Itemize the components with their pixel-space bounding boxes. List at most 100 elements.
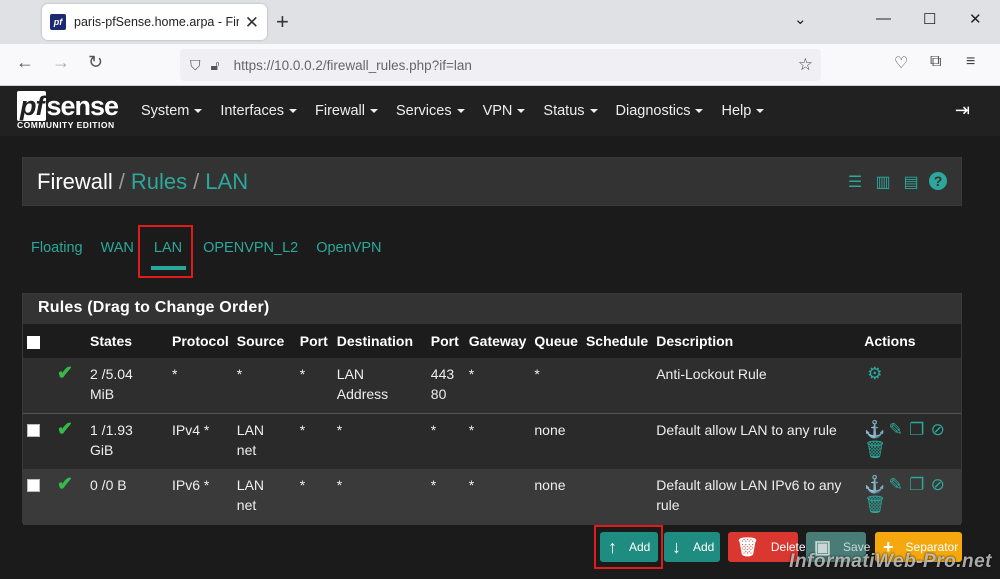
col-actions: Actions [860, 324, 961, 358]
browser-nav-bar: ← → ↻ ⛉ 🔓︎ https://10.0.0.2/firewall_rul… [0, 44, 1000, 86]
select-all-checkbox[interactable] [27, 335, 40, 349]
col-queue: Queue [530, 324, 582, 358]
tab-floating[interactable]: Floating [22, 228, 92, 272]
tab-lan[interactable]: LAN [143, 228, 194, 272]
caret-down-icon [695, 109, 704, 114]
col-schedule: Schedule [581, 324, 653, 358]
close-window-icon[interactable]: ✕ [969, 10, 982, 28]
caret-down-icon [589, 109, 598, 114]
caret-down-icon [517, 109, 526, 114]
col-source-port: Port [295, 324, 333, 358]
tab-list-chevron-icon[interactable]: ⌄ [794, 10, 807, 28]
check-icon: ✔ [57, 474, 73, 495]
bookmark-star-icon[interactable]: ☆ [798, 55, 813, 75]
tab-wan[interactable]: WAN [92, 228, 143, 272]
pocket-icon[interactable]: ♡ [894, 53, 908, 73]
browser-tab-bar: pf paris-pfSense.home.arpa - Firew ✕ + ⌄… [0, 0, 1000, 44]
menu-vpn[interactable]: VPN [483, 103, 526, 119]
logout-icon[interactable]: ⇥ [955, 100, 970, 121]
col-gateway: Gateway [464, 324, 531, 358]
col-states: States [86, 324, 168, 358]
menu-diagnostics[interactable]: Diagnostics [616, 103, 704, 119]
delete-button[interactable]: 🗑︎ Delete [728, 532, 806, 562]
breadcrumb-rules[interactable]: Rules [131, 169, 187, 195]
trash-icon: 🗑︎ [736, 536, 759, 557]
forward-arrow-icon[interactable]: → [52, 52, 70, 73]
browser-tab[interactable]: pf paris-pfSense.home.arpa - Firew ✕ [42, 4, 267, 40]
sliders-icon[interactable]: ☰ [845, 172, 865, 192]
help-icon[interactable]: ? [929, 172, 947, 190]
col-destination: Destination [332, 324, 427, 358]
breadcrumb-lan[interactable]: LAN [205, 169, 248, 195]
copy-icon[interactable]: ❐ [906, 475, 927, 495]
menu-interfaces[interactable]: Interfaces [220, 103, 298, 119]
caret-down-icon [756, 109, 765, 114]
interface-tabs: Floating WAN LAN OPENVPN_L2 OpenVPN [22, 228, 391, 272]
tab-openvpn-l2[interactable]: OPENVPN_L2 [194, 228, 307, 272]
trash-icon[interactable]: 🗑︎ [864, 440, 886, 460]
copy-icon[interactable]: ❐ [906, 420, 927, 440]
pencil-icon[interactable]: ✎ [885, 475, 906, 495]
extensions-icon[interactable]: ⧉ [930, 53, 941, 71]
main-menu: System Interfaces Firewall Services VPN … [141, 86, 782, 136]
caret-down-icon [194, 109, 203, 114]
trash-icon[interactable]: 🗑︎ [864, 495, 886, 515]
menu-system[interactable]: System [141, 103, 203, 119]
menu-help[interactable]: Help [721, 103, 765, 119]
arrow-down-icon: ↓ [672, 536, 681, 557]
shield-icon[interactable]: ⛉ [190, 57, 201, 74]
bar-chart-icon[interactable]: ▥ [873, 172, 893, 192]
caret-down-icon [456, 109, 465, 114]
tab-openvpn[interactable]: OpenVPN [307, 228, 390, 272]
table-row[interactable]: ✔ 1 /1.93 GiB IPv4 * LAN net * * * * none … [23, 413, 961, 469]
states-cell[interactable]: 2 /5.04 MiB [86, 358, 168, 414]
col-dest-port: Port [426, 324, 465, 358]
menu-status[interactable]: Status [543, 103, 598, 119]
rule-description: Anti-Lockout Rule [652, 358, 861, 414]
add-rule-top-button[interactable]: ↑ Add [600, 532, 658, 562]
back-arrow-icon[interactable]: ← [16, 52, 34, 73]
url-text[interactable]: https://10.0.0.2/firewall_rules.php?if=l… [234, 58, 472, 73]
rules-panel: Rules (Drag to Change Order) States Prot… [22, 293, 962, 525]
logo-subtitle: COMMUNITY EDITION [17, 120, 115, 130]
table-header-row: States Protocol Source Port Destination … [23, 324, 961, 358]
rules-table: States Protocol Source Port Destination … [23, 324, 961, 525]
pfsense-navbar: pf sense COMMUNITY EDITION System Interfa… [0, 86, 1000, 136]
gear-icon[interactable]: ⚙ [864, 364, 885, 384]
log-list-icon[interactable]: ▤ [901, 172, 921, 192]
col-source: Source [232, 324, 296, 358]
close-tab-icon[interactable]: ✕ [245, 14, 259, 31]
minimize-icon[interactable]: — [876, 10, 891, 27]
browser-tab-title: paris-pfSense.home.arpa - Firew [74, 15, 239, 29]
pfsense-logo[interactable]: pf sense COMMUNITY EDITION [17, 91, 127, 134]
table-row[interactable]: ✔ 2 /5.04 MiB * * * LAN Address 443 80 * * … [23, 358, 961, 414]
lock-warning-icon[interactable]: 🔓︎ [211, 57, 220, 74]
caret-down-icon [289, 109, 298, 114]
table-row[interactable]: ✔ 0 /0 B IPv6 * LAN net * * * * none Defa… [23, 469, 961, 525]
states-cell[interactable]: 0 /0 B [86, 469, 168, 525]
reload-icon[interactable]: ↻ [88, 52, 103, 73]
menu-firewall[interactable]: Firewall [315, 103, 378, 119]
disable-icon[interactable]: ⊘ [927, 420, 948, 440]
menu-hamburger-icon[interactable]: ≡ [966, 53, 975, 71]
rules-heading: Rules (Drag to Change Order) [23, 294, 961, 324]
pencil-icon[interactable]: ✎ [885, 420, 906, 440]
anchor-icon[interactable]: ⚓ [864, 420, 885, 440]
check-icon: ✔ [57, 363, 73, 384]
new-tab-icon[interactable]: + [276, 9, 289, 35]
col-description: Description [652, 324, 861, 358]
disable-icon[interactable]: ⊘ [927, 475, 948, 495]
pfsense-favicon-icon: pf [50, 14, 66, 30]
states-cell[interactable]: 1 /1.93 GiB [86, 413, 168, 469]
rule-description: Default allow LAN to any rule [652, 413, 861, 469]
menu-services[interactable]: Services [396, 103, 465, 119]
check-icon: ✔ [57, 418, 73, 440]
watermark: InformatiWeb-Pro.net [789, 551, 992, 572]
row-checkbox[interactable] [27, 479, 40, 492]
add-rule-bottom-button[interactable]: ↓ Add [664, 532, 720, 562]
anchor-icon[interactable]: ⚓ [864, 475, 885, 495]
arrow-up-icon: ↑ [608, 536, 617, 557]
address-bar[interactable]: ⛉ 🔓︎ https://10.0.0.2/firewall_rules.php… [180, 49, 821, 81]
maximize-icon[interactable]: ☐ [923, 10, 936, 28]
row-checkbox[interactable] [27, 423, 40, 437]
